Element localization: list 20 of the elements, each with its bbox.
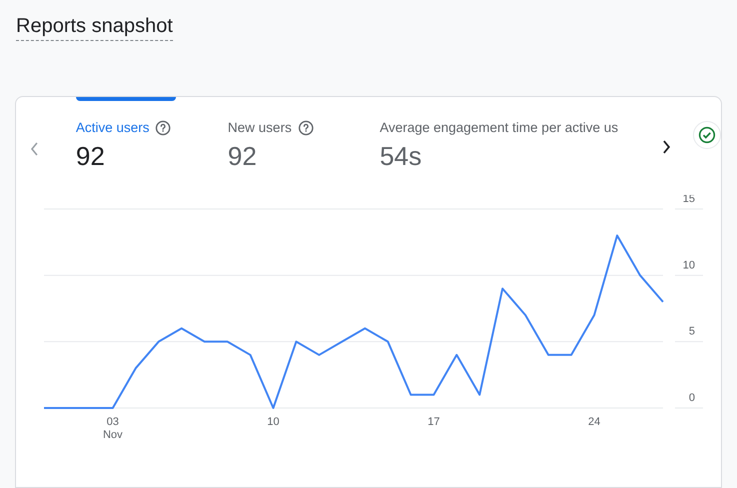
metric-tab[interactable]: New users 92 <box>228 97 352 173</box>
metric-tab[interactable]: Active users 92 <box>76 97 200 173</box>
metric-value: 92 <box>76 140 106 173</box>
y-axis-label: 10 <box>682 259 695 272</box>
help-icon[interactable] <box>155 120 172 136</box>
help-icon[interactable] <box>298 120 314 136</box>
x-axis-label: 03 Nov <box>103 416 123 441</box>
metric-value: 54s <box>380 140 423 173</box>
metric-tab[interactable]: Average engagement time per active us 54s <box>380 97 646 173</box>
x-axis-label: 10 <box>267 416 280 428</box>
x-axis-label: 17 <box>428 416 440 428</box>
x-axis-label: 24 <box>588 416 600 428</box>
metric-value: 92 <box>228 140 258 173</box>
metric-label: New users <box>228 118 292 137</box>
metric-label: Average engagement time per active us <box>380 118 618 137</box>
y-axis-label: 0 <box>688 392 695 404</box>
metric-label: Active users <box>76 118 150 137</box>
y-axis-label: 5 <box>688 326 695 338</box>
section-title: Reports snapshot <box>16 14 173 41</box>
check-icon[interactable] <box>693 121 721 149</box>
